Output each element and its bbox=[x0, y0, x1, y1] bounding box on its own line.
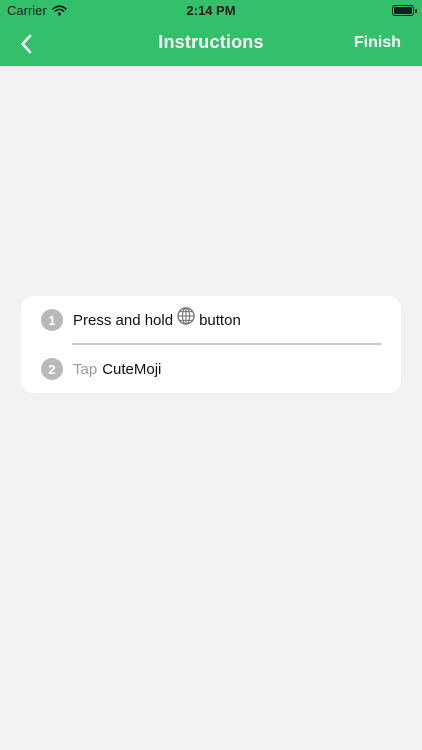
instructions-card: 1 Press and hold button 2 Tap CuteMoji bbox=[21, 296, 401, 393]
step-1-text-before: Press and hold bbox=[73, 311, 174, 329]
step-divider bbox=[72, 343, 381, 345]
step-1-text: Press and hold button bbox=[73, 307, 241, 329]
instruction-step-2: 2 Tap CuteMoji bbox=[41, 354, 381, 384]
status-bar: Carrier 2:14 PM bbox=[0, 0, 422, 22]
globe-icon bbox=[177, 307, 195, 325]
finish-button[interactable]: Finish bbox=[354, 34, 401, 52]
battery-icon bbox=[392, 5, 417, 16]
step-2-text: Tap CuteMoji bbox=[73, 361, 161, 378]
instruction-step-1: 1 Press and hold button bbox=[41, 305, 381, 335]
app-name: CuteMoji bbox=[102, 360, 162, 378]
step-number-badge: 2 bbox=[41, 358, 63, 380]
top-bar: Carrier 2:14 PM Instructions Finish bbox=[0, 0, 422, 66]
tap-label: Tap bbox=[73, 360, 98, 378]
navigation-bar: Instructions Finish bbox=[0, 22, 422, 66]
step-1-text-after: button bbox=[199, 311, 241, 329]
step-number-badge: 1 bbox=[41, 309, 63, 331]
status-time: 2:14 PM bbox=[186, 3, 236, 18]
